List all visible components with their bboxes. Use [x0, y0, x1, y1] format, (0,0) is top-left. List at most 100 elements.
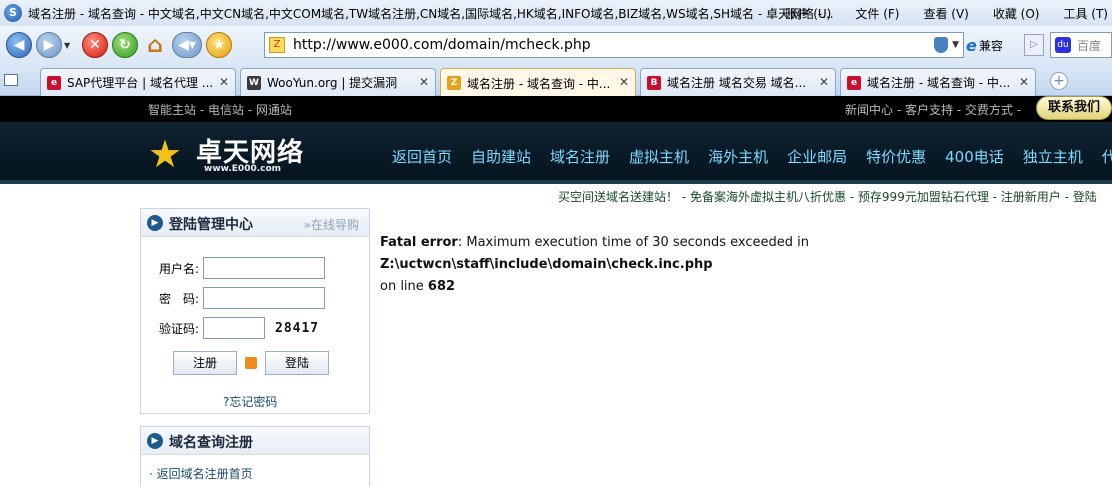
tab-label: 域名注册 - 域名查询 - 中... — [467, 76, 611, 91]
back-to-domain-home-link[interactable]: · 返回域名注册首页 — [149, 465, 253, 482]
tab-favicon-icon: Z — [447, 76, 461, 90]
tab-close-icon[interactable]: ✕ — [1019, 75, 1029, 89]
password-label: 密 码: — [158, 291, 199, 306]
favorites-star-icon[interactable]: ★ — [206, 32, 232, 58]
menu-file[interactable]: 文件 (F) — [855, 5, 899, 22]
contact-us-button[interactable]: 联系我们 — [1036, 96, 1112, 120]
arrow-right-icon: ▶ — [147, 215, 163, 231]
register-button[interactable]: 注册 — [173, 351, 237, 375]
compat-mode-button[interactable]: e 兼容 — [966, 34, 1022, 56]
nav-mail[interactable]: 企业邮局 — [787, 146, 847, 167]
login-panel: ▶ 登陆管理中心 »在线导购 用户名: 密 码: 验证码: 28417 注册 登… — [140, 208, 370, 414]
ie-icon: e — [966, 35, 977, 55]
captcha-label: 验证码: — [158, 321, 199, 336]
php-error-message: Fatal error: Maximum execution time of 3… — [380, 232, 1108, 298]
stop-button[interactable]: ✕ — [82, 32, 108, 58]
back-button[interactable]: ◀ — [6, 32, 32, 58]
star-logo-icon: ★ — [148, 132, 183, 176]
search-placeholder: 百度 — [1077, 38, 1102, 53]
site-top-strip: 智能主站 - 电信站 - 网通站 新闻中心 - 客户支持 - 交费方式 - 联系… — [0, 96, 1112, 122]
menu-favorites[interactable]: 收藏 (O) — [993, 5, 1040, 22]
error-text: : Maximum execution time of 30 seconds e… — [457, 235, 809, 250]
rss-icon — [245, 357, 257, 369]
search-box[interactable]: du 百度 — [1050, 32, 1112, 58]
new-tab-button[interactable]: + — [1050, 72, 1068, 90]
site-service-links[interactable]: 新闻中心 - 客户支持 - 交费方式 - — [845, 101, 1021, 118]
home-button[interactable]: ⌂ — [142, 32, 168, 58]
forward-button[interactable]: ▶ — [36, 32, 62, 58]
login-button[interactable]: 登陆 — [265, 351, 329, 375]
go-button[interactable]: ▷ — [1024, 34, 1044, 56]
site-nav: 返回首页 自助建站 域名注册 虚拟主机 海外主机 企业邮局 特价优惠 400电话… — [392, 146, 1112, 167]
menu-account[interactable]: 账户 (U) — [785, 5, 831, 22]
forgot-password-link[interactable]: ?忘记密码 — [223, 393, 277, 410]
password-input[interactable] — [203, 287, 325, 309]
refresh-button[interactable]: ↻ — [112, 32, 138, 58]
navigation-bar: ◀ ▶ ▼ ✕ ↻ ⌂ ◀▾ ★ Z http://www.e000.com/d… — [0, 26, 1112, 64]
tab-favicon-icon: e — [847, 75, 861, 90]
site-banner: ★ 卓天网络 www.E000.com 返回首页 自助建站 域名注册 虚拟主机 … — [0, 122, 1112, 184]
arrow-right-icon: ▶ — [147, 433, 163, 449]
window-title: 域名注册 - 域名查询 - 中文域名,中文CN域名,中文COM域名,TW域名注册… — [28, 6, 834, 21]
username-row: 用户名: — [153, 257, 325, 279]
password-row: 密 码: — [153, 287, 325, 309]
page-favicon-icon: Z — [269, 37, 285, 53]
tab-label: SAP代理平台 | 域名代理 ... — [67, 76, 214, 90]
title-bar: S 域名注册 - 域名查询 - 中文域名,中文CN域名,中文COM域名,TW域名… — [0, 0, 1112, 26]
domain-panel-title: 域名查询注册 — [169, 435, 253, 451]
username-label: 用户名: — [158, 261, 199, 276]
tab-favicon-icon: e — [47, 75, 61, 90]
compat-label: 兼容 — [978, 38, 1003, 53]
tab-e000-active[interactable]: Z 域名注册 - 域名查询 - 中... ✕ — [440, 68, 636, 97]
tab-label: 域名注册 域名交易 域名... — [667, 76, 807, 90]
menu-view[interactable]: 查看 (V) — [923, 5, 968, 22]
captcha-row: 验证码: 28417 — [153, 317, 319, 339]
captcha-input[interactable] — [203, 317, 265, 339]
menu-bar: 账户 (U) 文件 (F) 查看 (V) 收藏 (O) 工具 (T) — [761, 0, 1112, 26]
username-input[interactable] — [203, 257, 325, 279]
error-path: Z:\uctwcn\staff\include\domain\check.inc… — [380, 257, 713, 272]
address-url[interactable]: http://www.e000.com/domain/mcheck.php — [293, 37, 591, 53]
security-shield-icon[interactable] — [934, 37, 949, 53]
tab-label: 域名注册 - 域名查询 - 中... — [867, 76, 1011, 90]
browser-logo-icon: S — [4, 4, 22, 22]
tab-bar: e SAP代理平台 | 域名代理 ... ✕ W WooYun.org | 提交… — [0, 64, 1112, 97]
baidu-icon: du — [1055, 37, 1071, 53]
tab-close-icon[interactable]: ✕ — [819, 75, 829, 89]
site-station-links[interactable]: 智能主站 - 电信站 - 网通站 — [148, 101, 292, 118]
login-panel-title: 登陆管理中心 — [169, 217, 253, 233]
domain-panel: ▶ 域名查询注册 · 返回域名注册首页 — [140, 426, 370, 487]
promo-links[interactable]: 买空间送域名送建站！ - 免备案海外虚拟主机八折优惠 - 预存999元加盟钻石代… — [558, 188, 1097, 205]
tab-wooyun[interactable]: W WooYun.org | 提交漏洞 ✕ — [240, 68, 436, 96]
tab-close-icon[interactable]: ✕ — [219, 75, 229, 89]
history-button[interactable]: ◀▾ — [172, 32, 202, 58]
address-tools: ▼ — [934, 37, 959, 53]
tab-close-icon[interactable]: ✕ — [419, 75, 429, 89]
nav-site-builder[interactable]: 自助建站 — [471, 146, 531, 167]
menu-tools[interactable]: 工具 (T) — [1063, 5, 1108, 22]
address-bar[interactable]: Z http://www.e000.com/domain/mcheck.php … — [264, 32, 964, 58]
captcha-image[interactable]: 28417 — [275, 321, 319, 336]
domain-panel-header: ▶ 域名查询注册 — [141, 427, 369, 455]
nav-virtual-host[interactable]: 虚拟主机 — [629, 146, 689, 167]
tab-sap[interactable]: e SAP代理平台 | 域名代理 ... ✕ — [40, 68, 236, 96]
error-label: Fatal error — [380, 235, 458, 250]
tab-domain-trade[interactable]: B 域名注册 域名交易 域名... ✕ — [640, 68, 836, 96]
address-dropdown-icon[interactable]: ▼ — [952, 40, 959, 50]
tab-favicon-icon: B — [647, 75, 661, 90]
login-panel-header: ▶ 登陆管理中心 »在线导购 — [141, 209, 369, 237]
nav-dedicated-host[interactable]: 独立主机 — [1023, 146, 1083, 167]
site-logo-url: www.E000.com — [204, 164, 282, 174]
nav-specials[interactable]: 特价优惠 — [866, 146, 926, 167]
nav-agent[interactable]: 代理加盟 — [1102, 146, 1112, 167]
online-guide-link[interactable]: »在线导购 — [304, 216, 359, 233]
tab-list-icon[interactable] — [4, 74, 18, 86]
nav-400-phone[interactable]: 400电话 — [945, 146, 1004, 167]
error-online: on line — [380, 279, 428, 294]
tab-close-icon[interactable]: ✕ — [619, 75, 629, 89]
nav-domain[interactable]: 域名注册 — [550, 146, 610, 167]
nav-home[interactable]: 返回首页 — [392, 146, 452, 167]
tab-e000-2[interactable]: e 域名注册 - 域名查询 - 中... ✕ — [840, 68, 1036, 96]
nav-overseas-host[interactable]: 海外主机 — [708, 146, 768, 167]
history-dropdown-icon[interactable]: ▼ — [64, 41, 74, 50]
